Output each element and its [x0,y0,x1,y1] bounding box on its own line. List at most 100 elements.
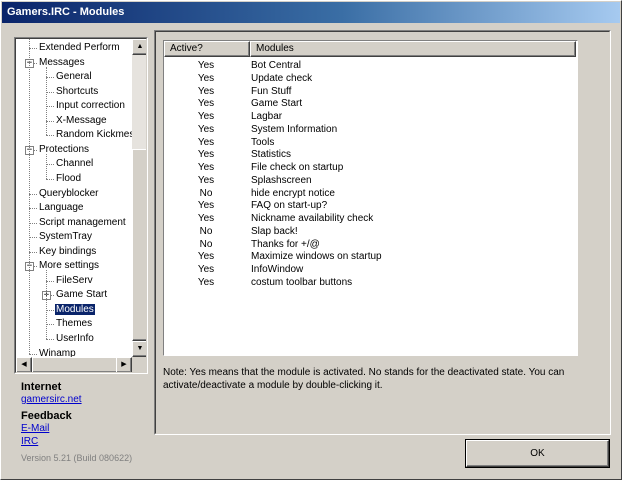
module-active-cell: Yes [197,136,215,148]
module-row[interactable]: Yes System Information [164,123,574,136]
tree-guide-line [46,153,47,179]
tree-connector [46,339,54,340]
tree-item[interactable]: X-Message [55,114,108,128]
tree-item[interactable]: General [55,70,93,84]
module-row[interactable]: Yes Update check [164,72,574,85]
tree-item[interactable]: Random Kickmess [55,128,132,142]
tree-connector [29,353,37,355]
module-name-cell: Fun Stuff [251,85,292,97]
module-row[interactable]: Yes File check on startup [164,161,574,174]
module-row[interactable]: Yes Splashscreen [164,174,574,187]
tree-item[interactable]: Winamp [38,347,77,357]
module-active-cell: Yes [197,213,215,224]
scroll-up-button[interactable]: ▲ [132,39,146,55]
module-row[interactable]: Yes InfoWindow [164,263,574,276]
website-link[interactable]: gamersirc.net [21,394,82,405]
module-name-cell: Slap back! [251,225,298,237]
module-row[interactable]: No Thanks for +/@ [164,238,574,251]
module-name-cell: Thanks for +/@ [251,238,320,250]
internet-heading: Internet [21,381,62,393]
column-header-modules[interactable]: Modules [250,41,576,57]
column-header-active[interactable]: Active? [164,41,250,57]
activation-note: Note: Yes means that the module is activ… [163,367,565,391]
module-row[interactable]: Yes Statistics [164,148,574,161]
modules-list[interactable]: Active? Modules Yes Bot Central Yes Update … [163,40,578,356]
tree-item[interactable]: UserInfo [55,332,95,346]
email-link[interactable]: E-Mail [21,423,49,434]
module-name-cell: Statistics [251,149,292,161]
module-row[interactable]: Yes Fun Stuff [164,85,574,98]
irc-link[interactable]: IRC [21,436,38,447]
tree-item[interactable]: Flood [55,172,82,186]
tree-item[interactable]: Queryblocker [38,187,99,201]
tree-connector [46,106,54,108]
module-row[interactable]: Yes Game Start [164,97,574,110]
module-row[interactable]: Yes costum toolbar buttons [164,276,574,289]
tree-connector [29,251,37,253]
window-title: Gamers.IRC - Modules [2,2,620,23]
module-row[interactable]: Yes FAQ on start-up? [164,199,574,212]
tree-item[interactable]: More settings [38,259,100,273]
tree-item-label: Game Start [56,289,108,301]
tree-item[interactable]: FileServ [55,274,94,288]
module-row[interactable]: Yes Lagbar [164,110,574,123]
tree-item[interactable]: Extended Perform [38,41,121,55]
tree-item[interactable]: Shortcuts [55,85,99,99]
ok-button[interactable]: OK [465,439,610,468]
module-name-cell: InfoWindow [251,264,304,275]
module-name-cell: costum toolbar buttons [251,276,353,288]
module-row[interactable]: No Slap back! [164,225,574,238]
tree-connector [46,91,54,93]
module-active-cell: Yes [197,264,215,275]
tree-item[interactable]: Game Start [55,288,108,302]
module-active-cell: Yes [197,174,215,186]
module-active-cell: Yes [197,123,215,135]
module-name-cell: Maximize windows on startup [251,251,382,263]
scroll-corner [132,357,146,372]
horizontal-scroll-thumb[interactable] [32,357,118,372]
tree-item[interactable]: Key bindings [38,245,97,259]
module-row[interactable]: No hide encrypt notice [164,187,574,200]
tree-item-label: Channel [56,158,94,170]
tree-connector [46,120,54,122]
version-text: Version 5.21 (Build 080622) [21,453,133,463]
tree-vertical-scrollbar[interactable]: ▲ ▼ [132,39,146,357]
module-name-cell: Splashscreen [251,174,312,186]
tree-item[interactable]: Modules [54,302,96,317]
module-name-cell: Tools [251,136,275,148]
module-name-cell: Update check [251,72,313,84]
scroll-down-button[interactable]: ▼ [132,341,146,357]
feedback-heading: Feedback [21,410,72,422]
module-row[interactable]: Yes Nickname availability check [164,212,574,225]
module-row[interactable]: Yes Maximize windows on startup [164,250,574,263]
module-row[interactable]: Yes Tools [164,136,574,149]
module-active-cell: No [199,187,213,199]
tree-horizontal-scrollbar[interactable]: ◀ ▶ [16,357,132,372]
tree-connector [46,324,54,326]
tree-connector [29,222,37,224]
vertical-scroll-thumb[interactable] [132,149,146,341]
tree-item[interactable]: Channel [55,157,94,171]
module-row[interactable]: Yes Bot Central [164,59,574,72]
tree-item[interactable]: SystemTray [38,230,93,244]
module-active-cell: Yes [197,162,215,173]
module-active-cell: Yes [197,276,215,288]
tree-item[interactable]: Script management [38,216,127,230]
tree-item-label: Script management [39,216,126,228]
module-name-cell: Game Start [251,98,303,110]
tree-item[interactable]: Themes [55,317,93,331]
module-active-cell: Yes [197,72,215,84]
tree-connector [46,164,54,166]
tree-connector [46,309,54,311]
tree-item-label: Queryblocker [39,187,99,199]
tree-item-label: More settings [39,260,100,272]
tree-item[interactable]: Language [38,201,85,215]
scroll-left-button[interactable]: ◀ [16,357,32,372]
module-name-cell: hide encrypt notice [251,187,335,199]
module-active-cell: Yes [197,111,215,122]
scroll-right-button[interactable]: ▶ [116,357,132,372]
tree-item-label: Key bindings [39,245,97,257]
tree-item-label: Language [39,202,84,214]
tree-view: Extended Perform Messages − General Shortcut… [16,39,132,357]
tree-item[interactable]: Input correction [55,99,126,113]
